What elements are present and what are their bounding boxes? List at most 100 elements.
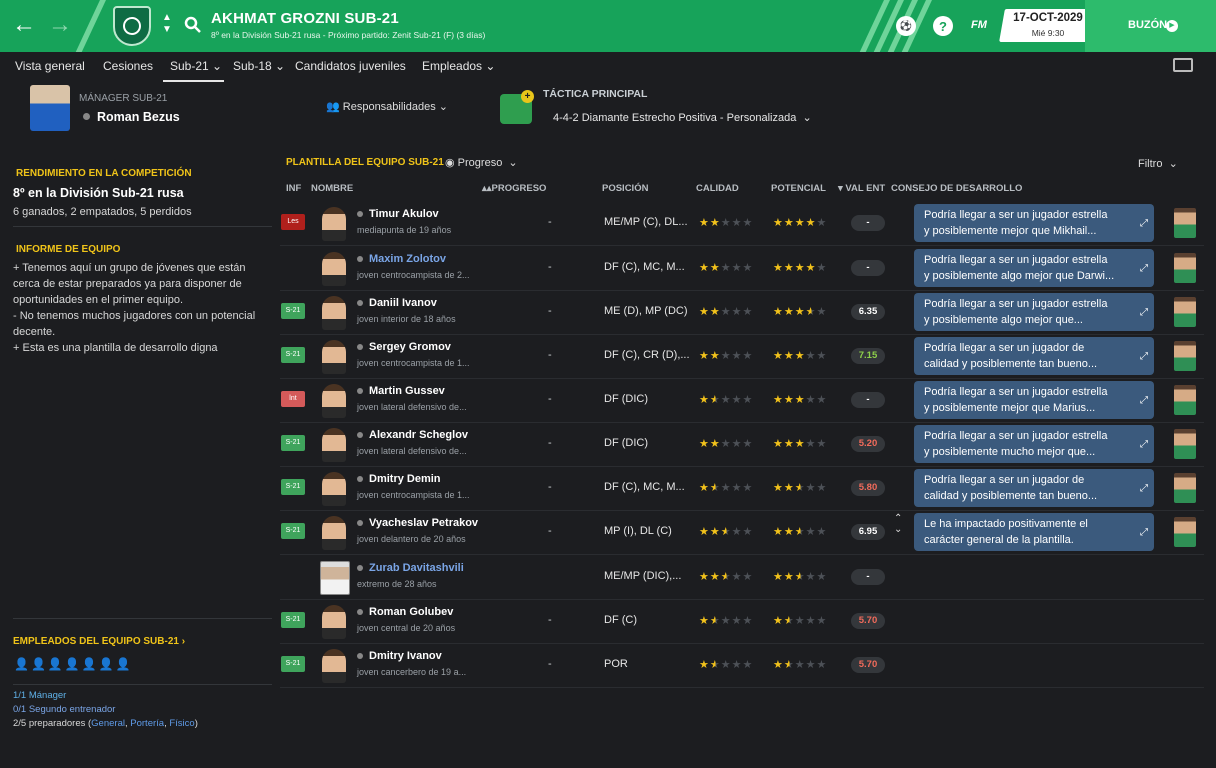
development-advice[interactable]: Podría llegar a ser un jugador estrella y… [914, 425, 1154, 463]
col-progress[interactable]: ▴▴PROGRESO [482, 183, 546, 194]
club-title[interactable]: AKHMAT GROZNI SUB-21 [211, 10, 399, 27]
tactic-select[interactable]: 4-4-2 Diamante Estrecho Positiva - Perso… [553, 111, 812, 124]
table-row[interactable]: Zurab Davitashvili extremo de 28 años ME/M… [280, 556, 1204, 600]
coach-general-link[interactable]: General [91, 718, 125, 729]
player-photo[interactable] [322, 384, 346, 418]
expand-icon[interactable]: ⤢ [1140, 525, 1148, 541]
col-ability[interactable]: CALIDAD [696, 183, 739, 194]
player-name[interactable]: Vyacheslav Petrakov [357, 517, 478, 529]
club-switch-icon[interactable]: ▲ ▼ [161, 12, 173, 36]
development-advice[interactable]: Podría llegar a ser un jugador de calidad… [914, 337, 1154, 375]
tab-staff[interactable]: Empleados ⌄ [422, 59, 495, 73]
development-advice[interactable]: Podría llegar a ser un jugador estrella y… [914, 293, 1154, 331]
col-position[interactable]: POSICIÓN [602, 183, 648, 194]
comparison-player-photo[interactable] [1174, 341, 1196, 371]
table-row[interactable]: S-21 Daniil Ivanov joven interior de 18 añ… [280, 291, 1204, 335]
player-name[interactable]: Alexandr Scheglov [357, 429, 468, 441]
development-advice[interactable]: Podría llegar a ser un jugador estrella y… [914, 249, 1154, 287]
table-row[interactable]: S-21 Dmitry Demin joven centrocampista de … [280, 467, 1204, 511]
comparison-player-photo[interactable] [1174, 429, 1196, 459]
player-photo[interactable] [322, 428, 346, 462]
development-advice[interactable]: Podría llegar a ser un jugador estrella y… [914, 204, 1154, 242]
expand-icon[interactable]: ⤢ [1140, 393, 1148, 409]
player-photo[interactable] [322, 516, 346, 550]
expand-icon[interactable]: ⤢ [1140, 481, 1148, 497]
table-row[interactable]: S-21 Roman Golubev joven central de 20 año… [280, 600, 1204, 644]
expand-icon[interactable]: ⤢ [1140, 349, 1148, 365]
status-badge[interactable]: S-21 [281, 523, 305, 539]
monitor-icon[interactable] [1173, 58, 1193, 72]
status-badge[interactable]: S-21 [281, 435, 305, 451]
comparison-player-photo[interactable] [1174, 517, 1196, 547]
table-row[interactable]: lnt Martin Gussev joven lateral defensivo … [280, 379, 1204, 423]
help-icon[interactable]: ? [933, 16, 953, 36]
status-badge[interactable]: S-21 [281, 612, 305, 628]
tab-u18[interactable]: Sub-18 ⌄ [233, 59, 285, 73]
scroll-arrows-icon[interactable]: ⌃ ⌄ [894, 513, 902, 535]
status-badge[interactable]: S-21 [281, 303, 305, 319]
expand-icon[interactable]: ⤢ [1140, 437, 1148, 453]
club-badge[interactable] [113, 6, 151, 46]
comparison-player-photo[interactable] [1174, 208, 1196, 238]
ball-icon[interactable]: ⚽ [896, 16, 916, 36]
back-arrow-icon[interactable]: ← [12, 11, 36, 39]
player-photo[interactable] [320, 561, 350, 595]
player-photo[interactable] [322, 472, 346, 506]
manager-avatar[interactable] [30, 85, 70, 131]
filter-button[interactable]: Filtro ⌄ [1138, 157, 1178, 170]
player-name[interactable]: Sergey Gromov [357, 341, 451, 353]
view-select[interactable]: ◉ Progreso ⌄ [445, 156, 518, 169]
expand-icon[interactable]: ⤢ [1140, 305, 1148, 321]
coach-gk-link[interactable]: Portería [130, 718, 164, 729]
player-name[interactable]: Daniil Ivanov [357, 297, 437, 309]
fm-logo[interactable]: FM [971, 19, 987, 31]
development-advice[interactable]: Podría llegar a ser un jugador de calidad… [914, 469, 1154, 507]
player-name[interactable]: Roman Golubev [357, 606, 453, 618]
expand-icon[interactable]: ⤢ [1140, 216, 1148, 232]
comparison-player-photo[interactable] [1174, 473, 1196, 503]
player-name[interactable]: Zurab Davitashvili [357, 562, 464, 574]
comparison-player-photo[interactable] [1174, 253, 1196, 283]
player-photo[interactable] [322, 649, 346, 683]
comparison-player-photo[interactable] [1174, 385, 1196, 415]
player-photo[interactable] [322, 207, 346, 241]
tab-youth-candidates[interactable]: Candidatos juveniles [295, 59, 406, 73]
table-row[interactable]: S-21 Vyacheslav Petrakov joven delantero d… [280, 511, 1204, 555]
status-badge[interactable]: S-21 [281, 656, 305, 672]
status-badge[interactable]: lnt [281, 391, 305, 407]
player-name[interactable]: Dmitry Demin [357, 473, 441, 485]
col-value[interactable]: ▾ VAL ENT [838, 183, 885, 194]
development-advice[interactable]: Le ha impactado positivamente el carácter… [914, 513, 1154, 551]
table-row[interactable]: S-21 Dmitry Ivanov joven cancerbero de 19 … [280, 644, 1204, 688]
responsibilities-button[interactable]: 👥 Responsabilidades ⌄ [326, 100, 448, 113]
status-badge[interactable]: S-21 [281, 479, 305, 495]
tab-loans[interactable]: Cesiones [103, 59, 153, 73]
tab-overview[interactable]: Vista general [15, 59, 85, 73]
table-row[interactable]: Les Timur Akulov mediapunta de 19 años - ME/… [280, 202, 1204, 246]
table-row[interactable]: S-21 Alexandr Scheglov joven lateral defen… [280, 423, 1204, 467]
tab-u21[interactable]: Sub-21 ⌄ [170, 59, 222, 73]
forward-arrow-icon[interactable]: → [48, 11, 72, 39]
player-name[interactable]: Martin Gussev [357, 385, 445, 397]
development-advice[interactable]: Podría llegar a ser un jugador estrella y… [914, 381, 1154, 419]
coach-fitness-link[interactable]: Físico [169, 718, 194, 729]
col-inf[interactable]: INF [286, 183, 301, 194]
col-name[interactable]: NOMBRE [311, 183, 353, 194]
expand-icon[interactable]: ⤢ [1140, 261, 1148, 277]
table-row[interactable]: S-21 Sergey Gromov joven centrocampista de… [280, 335, 1204, 379]
player-photo[interactable] [322, 296, 346, 330]
table-row[interactable]: Maxim Zolotov joven centrocampista de 2..… [280, 247, 1204, 291]
col-potential[interactable]: POTENCIAL [771, 183, 826, 194]
search-icon[interactable] [184, 16, 202, 34]
player-photo[interactable] [322, 340, 346, 374]
player-photo[interactable] [322, 605, 346, 639]
staff-title[interactable]: EMPLEADOS DEL EQUIPO SUB-21 › [13, 636, 185, 647]
status-badge[interactable]: S-21 [281, 347, 305, 363]
status-badge[interactable]: Les [281, 214, 305, 230]
manager-name[interactable]: Roman Bezus [97, 110, 180, 124]
continue-icon[interactable]: ▶ [1166, 20, 1178, 32]
player-photo[interactable] [322, 252, 346, 286]
tactic-plus-icon[interactable]: + [521, 90, 534, 103]
player-name[interactable]: Dmitry Ivanov [357, 650, 442, 662]
col-advice[interactable]: CONSEJO DE DESARROLLO [891, 183, 1022, 194]
